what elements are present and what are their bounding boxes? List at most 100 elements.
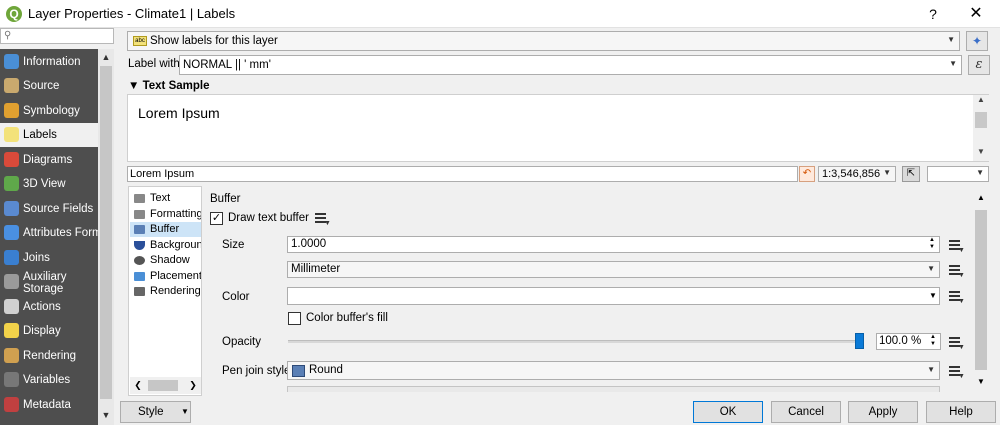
actions-icon	[4, 299, 19, 314]
sidebar-item-joins[interactable]: Joins	[0, 246, 98, 270]
apply-button[interactable]: Apply	[848, 401, 918, 423]
set-scale-from-map-button[interactable]: ⇱	[902, 166, 920, 182]
sidebar-item-label: Actions	[23, 301, 61, 313]
scroll-up-arrow-icon[interactable]: ▲	[973, 193, 989, 207]
buffer-color-button[interactable]	[287, 287, 940, 305]
help-button[interactable]: Help	[926, 401, 996, 423]
scrollbar-thumb[interactable]	[148, 380, 178, 391]
scroll-down-arrow-icon[interactable]: ▼	[973, 147, 989, 161]
sidebar-item-attributes-form[interactable]: Attributes Form	[0, 221, 102, 245]
chevron-down-icon: ▼	[927, 365, 935, 374]
sample-text-input[interactable]: Lorem Ipsum	[127, 166, 798, 182]
help-title-button[interactable]: ?	[923, 4, 943, 24]
pen-join-style-combo[interactable]: Round ▼	[287, 361, 940, 380]
sidebar-item-actions[interactable]: Actions	[0, 295, 98, 319]
opacity-slider-track[interactable]	[288, 340, 864, 343]
scroll-right-arrow-icon[interactable]: ❯	[185, 377, 201, 394]
preview-scale-value: 1:3,546,856	[822, 168, 881, 180]
sidebar-item-display[interactable]: Display	[0, 319, 98, 343]
buffer-unit-combo[interactable]: Millimeter ▼	[287, 261, 940, 278]
data-defined-override-icon[interactable]: ▼	[947, 334, 965, 351]
reset-sample-text-button[interactable]: ↶	[799, 166, 815, 182]
sidebar-item-diagrams[interactable]: Diagrams	[0, 148, 98, 172]
data-defined-override-icon[interactable]: ▼	[947, 363, 965, 380]
draw-text-buffer-checkbox[interactable]: ✓	[210, 212, 223, 225]
window-title: Layer Properties - Climate1 | Labels	[28, 6, 236, 21]
buffer-size-spinbox[interactable]: 1.0000 ▲ ▼	[287, 236, 940, 253]
tab-buffer[interactable]: Buffer	[130, 222, 201, 237]
sidebar-item-3d-view[interactable]: 3D View	[0, 172, 98, 196]
chevron-down-icon: ▼	[976, 168, 984, 177]
shadow-tab-icon	[134, 256, 145, 265]
sidebar-scrollbar[interactable]: ▲ ▼	[98, 49, 114, 425]
scrollbar-thumb[interactable]	[975, 210, 987, 370]
sidebar-item-metadata[interactable]: Metadata	[0, 393, 98, 417]
label-with-caption: Label with	[128, 58, 180, 70]
scroll-down-arrow-icon[interactable]: ▼	[973, 377, 989, 391]
spin-arrows-icon[interactable]: ▲ ▼	[928, 334, 938, 349]
data-defined-override-icon[interactable]: ▼	[947, 237, 965, 254]
chevron-down-icon: ▼	[883, 168, 891, 177]
opacity-value: 100.0 %	[879, 335, 922, 347]
diagrams-icon	[4, 152, 19, 167]
sidebar-item-rendering[interactable]: Rendering	[0, 344, 98, 368]
tab-text[interactable]: Text	[130, 191, 201, 206]
cancel-button[interactable]: Cancel	[771, 401, 841, 423]
expression-builder-button[interactable]: ε	[968, 55, 990, 75]
sidebar-search-input[interactable]: ⚲	[0, 28, 114, 44]
label-expression-combo[interactable]: NORMAL || ' mm' ▼	[179, 55, 962, 75]
scroll-up-arrow-icon[interactable]: ▲	[98, 49, 114, 65]
scrollbar-thumb[interactable]	[975, 112, 987, 128]
sidebar-item-source[interactable]: Source	[0, 74, 98, 98]
scroll-down-arrow-icon[interactable]: ▼	[98, 407, 114, 423]
qgis-logo-icon: Q	[6, 6, 22, 22]
rendering-tab-icon	[134, 287, 145, 296]
text-tab-icon	[134, 194, 145, 203]
data-defined-override-icon[interactable]: ▼	[313, 210, 331, 227]
sidebar-item-label: Metadata	[23, 399, 71, 411]
scroll-left-arrow-icon[interactable]: ❮	[130, 377, 146, 394]
tab-list-scrollbar[interactable]: ❮ ❯	[130, 377, 201, 394]
buffer-panel-scrollbar[interactable]: ▲ ▼	[973, 193, 989, 393]
sidebar-item-variables[interactable]: Variables	[0, 368, 98, 392]
sidebar-item-source-fields[interactable]: Source Fields	[0, 197, 98, 221]
rule-based-labels-button[interactable]: ✦	[966, 31, 988, 51]
source-icon	[4, 78, 19, 93]
tab-placement[interactable]: Placement	[130, 269, 201, 284]
preview-scale-combo[interactable]: 1:3,546,856 ▼	[818, 166, 896, 182]
opacity-slider-handle[interactable]	[855, 333, 864, 349]
spin-arrows-icon[interactable]: ▲ ▼	[927, 237, 937, 252]
sidebar-item-information[interactable]: Information	[0, 50, 98, 74]
labels-mode-combo[interactable]: abc Show labels for this layer ▼	[127, 31, 960, 51]
tab-rendering[interactable]: Rendering	[130, 284, 201, 299]
tab-background[interactable]: Background	[130, 238, 201, 253]
style-menu-button[interactable]: Style ▼	[120, 401, 191, 423]
opacity-spinbox[interactable]: 100.0 % ▲ ▼	[876, 333, 941, 350]
color-buffer-fill-checkbox[interactable]	[288, 312, 301, 325]
sidebar-item-labels[interactable]: Labels	[0, 123, 98, 147]
text-sample-section-header[interactable]: ▼ Text Sample	[128, 80, 209, 92]
color-label: Color	[222, 291, 250, 303]
sidebar-item-label: Variables	[23, 374, 71, 386]
close-button[interactable]: ✕	[964, 3, 988, 25]
sidebar: Information Source Symbology Labels Diagrams…	[0, 49, 114, 425]
data-defined-override-icon[interactable]: ▼	[947, 288, 965, 305]
formatting-tab-icon	[134, 209, 145, 219]
sidebar-item-symbology[interactable]: Symbology	[0, 99, 98, 123]
pen-join-style-label: Pen join style	[222, 365, 291, 377]
size-label: Size	[222, 239, 245, 251]
ok-button[interactable]: OK	[693, 401, 763, 423]
metadata-icon	[4, 397, 19, 412]
scrollbar-thumb[interactable]	[100, 66, 112, 399]
title-bar: Q Layer Properties - Climate1 | Labels ?…	[0, 0, 1000, 28]
tab-formatting[interactable]: Formatting	[130, 207, 201, 222]
sample-scrollbar[interactable]: ▲ ▼	[973, 95, 989, 161]
scroll-up-arrow-icon[interactable]: ▲	[973, 95, 989, 109]
chevron-down-icon[interactable]: ▼	[929, 291, 937, 300]
data-defined-override-icon[interactable]: ▼	[947, 262, 965, 279]
tab-shadow[interactable]: Shadow	[130, 253, 201, 268]
preview-background-color-combo[interactable]: ▼	[927, 166, 989, 182]
sidebar-item-auxiliary-storage[interactable]: Auxiliary Storage	[0, 270, 98, 296]
round-join-icon	[292, 365, 305, 377]
sample-text-value: Lorem Ipsum	[130, 168, 195, 180]
